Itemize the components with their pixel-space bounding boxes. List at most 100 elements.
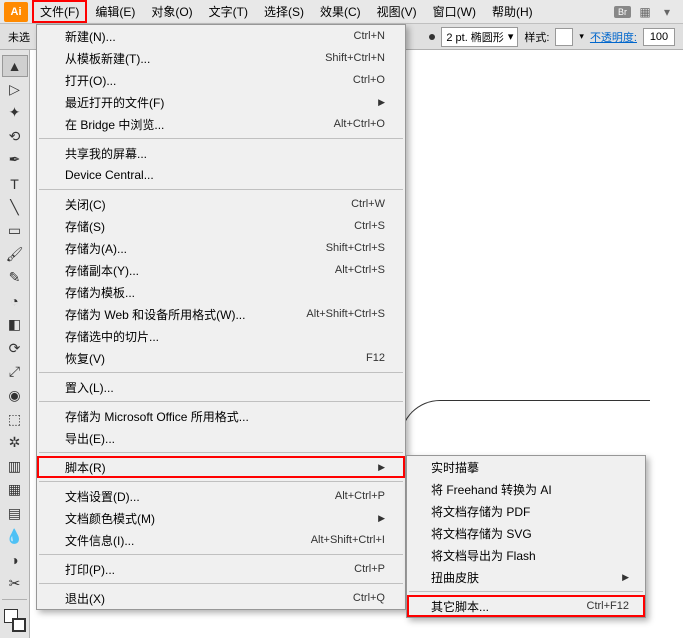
menu-item-label: 文件信息(I)... xyxy=(65,532,311,549)
pen-tool[interactable]: ✒ xyxy=(2,149,28,171)
lasso-tool[interactable]: ⟲ xyxy=(2,126,28,148)
file-menu-item-29[interactable]: 打印(P)...Ctrl+P xyxy=(37,558,405,580)
menu-item-label: 脚本(R) xyxy=(65,459,369,476)
menubar: Ai 文件(F)编辑(E)对象(O)文字(T)选择(S)效果(C)视图(V)窗口… xyxy=(0,0,683,24)
blob-brush-tool[interactable]: ◔ xyxy=(2,291,28,313)
blend-tool[interactable]: ◑ xyxy=(2,550,28,572)
menu-item-label: 打印(P)... xyxy=(65,561,354,578)
file-menu-item-31[interactable]: 退出(X)Ctrl+Q xyxy=(37,587,405,609)
separator xyxy=(39,583,403,584)
line-tool[interactable]: ╲ xyxy=(2,196,28,218)
menu-7[interactable]: 窗口(W) xyxy=(425,0,484,23)
file-menu-item-7[interactable]: Device Central... xyxy=(37,164,405,186)
paintbrush-tool[interactable]: 🖌 xyxy=(2,243,28,265)
file-menu-item-12[interactable]: 存储副本(Y)...Alt+Ctrl+S xyxy=(37,259,405,281)
file-menu-item-18[interactable]: 置入(L)... xyxy=(37,376,405,398)
pencil-tool[interactable]: ✎ xyxy=(2,267,28,289)
menu-item-label: 存储为(A)... xyxy=(65,240,326,257)
brush-dot-icon xyxy=(429,34,435,40)
rotate-tool[interactable]: ⟳ xyxy=(2,338,28,360)
file-menu-item-2[interactable]: 打开(O)...Ctrl+O xyxy=(37,69,405,91)
free-transform-tool[interactable]: ⬚ xyxy=(2,408,28,430)
eyedropper-tool[interactable]: 💧 xyxy=(2,526,28,548)
rectangle-tool[interactable]: ▭ xyxy=(2,220,28,242)
script-submenu-item-4[interactable]: 将文档导出为 Flash xyxy=(407,544,645,566)
style-swatch[interactable] xyxy=(555,28,573,46)
file-menu-item-6[interactable]: 共享我的屏幕... xyxy=(37,142,405,164)
file-menu-item-20[interactable]: 存储为 Microsoft Office 所用格式... xyxy=(37,405,405,427)
scale-tool[interactable]: ⤢ xyxy=(2,361,28,383)
menu-5[interactable]: 效果(C) xyxy=(312,0,369,23)
symbol-sprayer-tool[interactable]: ✲ xyxy=(2,432,28,454)
selection-tool[interactable]: ▲ xyxy=(2,55,28,77)
shortcut-label: Alt+Ctrl+O xyxy=(334,118,385,130)
file-menu-item-23[interactable]: 脚本(R)▶ xyxy=(37,456,405,478)
menu-item-label: Device Central... xyxy=(65,168,385,182)
file-menu-item-0[interactable]: 新建(N)...Ctrl+N xyxy=(37,25,405,47)
bridge-badge[interactable]: Br xyxy=(614,6,631,18)
menu-3[interactable]: 文字(T) xyxy=(201,0,256,23)
file-menu-item-9[interactable]: 关闭(C)Ctrl+W xyxy=(37,193,405,215)
menu-6[interactable]: 视图(V) xyxy=(369,0,425,23)
menu-2[interactable]: 对象(O) xyxy=(143,0,200,23)
file-menu-item-21[interactable]: 导出(E)... xyxy=(37,427,405,449)
file-menu-item-11[interactable]: 存储为(A)...Shift+Ctrl+S xyxy=(37,237,405,259)
menu-item-label: 扭曲皮肤 xyxy=(431,569,613,586)
file-menu-item-16[interactable]: 恢复(V)F12 xyxy=(37,347,405,369)
chevron-down-icon[interactable]: ▾ xyxy=(579,31,584,42)
file-menu-item-26[interactable]: 文档颜色模式(M)▶ xyxy=(37,507,405,529)
menu-1[interactable]: 编辑(E) xyxy=(87,0,143,23)
script-submenu-item-3[interactable]: 将文档存储为 SVG xyxy=(407,522,645,544)
shortcut-label: F12 xyxy=(366,352,385,364)
direct-selection-tool[interactable]: ▷ xyxy=(2,79,28,101)
type-tool[interactable]: T xyxy=(2,173,28,195)
shortcut-label: Shift+Ctrl+N xyxy=(325,52,385,64)
script-submenu-item-5[interactable]: 扭曲皮肤▶ xyxy=(407,566,645,588)
warp-tool[interactable]: ◉ xyxy=(2,385,28,407)
script-submenu-item-1[interactable]: 将 Freehand 转换为 AI xyxy=(407,478,645,500)
script-submenu-item-0[interactable]: 实时描摹 xyxy=(407,456,645,478)
shortcut-label: Ctrl+O xyxy=(353,74,385,86)
app-icon: Ai xyxy=(4,2,28,22)
script-submenu-dropdown: 实时描摹将 Freehand 转换为 AI将文档存储为 PDF将文档存储为 SV… xyxy=(406,455,646,618)
menu-item-label: 文档设置(D)... xyxy=(65,488,335,505)
submenu-arrow-icon: ▶ xyxy=(375,97,385,108)
menu-item-label: 将文档导出为 Flash xyxy=(431,547,629,564)
script-submenu-item-7[interactable]: 其它脚本...Ctrl+F12 xyxy=(407,595,645,617)
file-menu-item-10[interactable]: 存储(S)Ctrl+S xyxy=(37,215,405,237)
chevron-down-icon: ▾ xyxy=(508,30,514,43)
separator xyxy=(39,401,403,402)
chevron-down-icon[interactable]: ▾ xyxy=(659,4,675,20)
menu-0[interactable]: 文件(F) xyxy=(32,0,87,23)
stroke-select[interactable]: 2 pt. 椭圆形▾ xyxy=(441,27,518,47)
opacity-input[interactable] xyxy=(643,28,675,46)
opacity-label[interactable]: 不透明度: xyxy=(590,29,637,45)
menu-item-label: 从模板新建(T)... xyxy=(65,50,325,67)
grid-icon[interactable]: ▦ xyxy=(637,4,653,20)
file-menu-dropdown: 新建(N)...Ctrl+N从模板新建(T)...Shift+Ctrl+N打开(… xyxy=(36,24,406,610)
menu-8[interactable]: 帮助(H) xyxy=(484,0,541,23)
slice-tool[interactable]: ✂ xyxy=(2,573,28,595)
magic-wand-tool[interactable]: ✦ xyxy=(2,102,28,124)
file-menu-item-15[interactable]: 存储选中的切片... xyxy=(37,325,405,347)
shortcut-label: Ctrl+N xyxy=(354,30,385,42)
gradient-tool[interactable]: ▤ xyxy=(2,502,28,524)
fill-stroke-swatch[interactable] xyxy=(4,609,26,633)
graph-tool[interactable]: ▥ xyxy=(2,455,28,477)
separator xyxy=(39,554,403,555)
menu-item-label: 存储副本(Y)... xyxy=(65,262,335,279)
file-menu-item-13[interactable]: 存储为模板... xyxy=(37,281,405,303)
file-menu-item-14[interactable]: 存储为 Web 和设备所用格式(W)...Alt+Shift+Ctrl+S xyxy=(37,303,405,325)
file-menu-item-4[interactable]: 在 Bridge 中浏览...Alt+Ctrl+O xyxy=(37,113,405,135)
file-menu-item-25[interactable]: 文档设置(D)...Alt+Ctrl+P xyxy=(37,485,405,507)
file-menu-item-1[interactable]: 从模板新建(T)...Shift+Ctrl+N xyxy=(37,47,405,69)
file-menu-item-27[interactable]: 文件信息(I)...Alt+Shift+Ctrl+I xyxy=(37,529,405,551)
shortcut-label: Ctrl+P xyxy=(354,563,385,575)
mesh-tool[interactable]: ▦ xyxy=(2,479,28,501)
menu-4[interactable]: 选择(S) xyxy=(256,0,312,23)
file-menu-item-3[interactable]: 最近打开的文件(F)▶ xyxy=(37,91,405,113)
menu-item-label: 存储(S) xyxy=(65,218,354,235)
eraser-tool[interactable]: ◧ xyxy=(2,314,28,336)
selection-label: 未选 xyxy=(8,29,30,45)
script-submenu-item-2[interactable]: 将文档存储为 PDF xyxy=(407,500,645,522)
